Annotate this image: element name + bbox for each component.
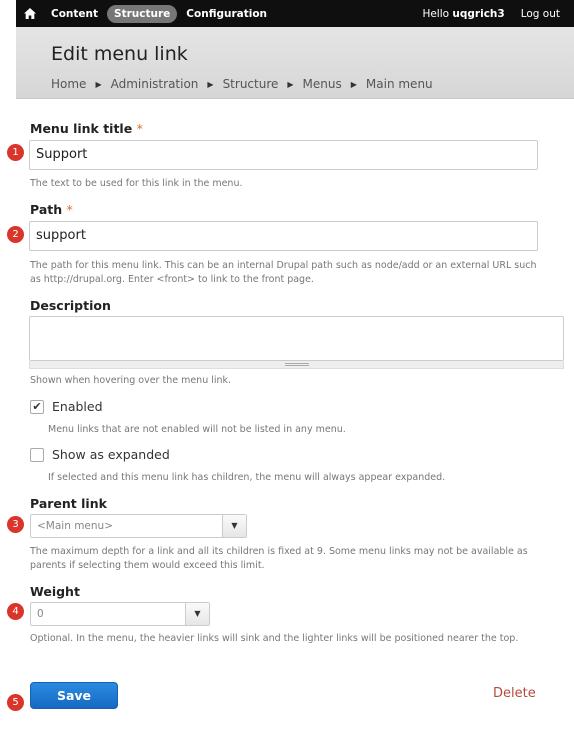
menu-link-title-help: The text to be used for this link in the… (30, 178, 243, 189)
page-header: Edit menu link Home ▶ Administration ▶ S… (16, 27, 574, 99)
path-input[interactable]: support (29, 221, 538, 251)
chevron-down-icon[interactable]: ▼ (185, 603, 209, 625)
show-as-expanded-label[interactable]: Show as expanded (52, 447, 170, 462)
parent-link-select[interactable]: <Main menu> ▼ (30, 514, 247, 538)
toolbar-structure-link[interactable]: Structure (107, 4, 178, 23)
path-help-line-2: as http://drupal.org. Enter <front> to l… (30, 274, 314, 285)
toolbar-configuration-link[interactable]: Configuration (179, 5, 274, 23)
username-link[interactable]: uqgrich3 (452, 8, 504, 20)
textarea-grippie[interactable] (29, 361, 564, 369)
breadcrumb-separator-icon: ▶ (350, 79, 357, 89)
parent-link-help-line-1: The maximum depth for a link and all its… (30, 546, 528, 557)
required-marker: * (136, 121, 143, 136)
breadcrumb-separator-icon: ▶ (207, 79, 214, 89)
breadcrumb-separator-icon: ▶ (95, 79, 102, 89)
description-label: Description (30, 298, 111, 313)
menu-link-title-label: Menu link title * (30, 121, 143, 136)
page-title: Edit menu link (51, 43, 188, 65)
breadcrumb: Home ▶ Administration ▶ Structure ▶ Menu… (51, 77, 433, 91)
breadcrumb-menus[interactable]: Menus (303, 77, 342, 91)
save-button[interactable]: Save (30, 682, 118, 709)
chevron-down-icon[interactable]: ▼ (222, 515, 246, 537)
breadcrumb-home[interactable]: Home (51, 77, 86, 91)
enabled-checkbox[interactable]: ✔ (30, 400, 44, 414)
path-label-text: Path (30, 202, 63, 217)
parent-link-help-line-2: parents if selecting them would exceed t… (30, 560, 265, 571)
home-icon[interactable] (16, 0, 44, 27)
breadcrumb-separator-icon: ▶ (287, 79, 294, 89)
parent-link-label: Parent link (30, 496, 107, 511)
user-greeting: Hello uqgrich3 (422, 8, 504, 20)
step-marker-5: 5 (7, 694, 24, 711)
path-label: Path * (30, 202, 73, 217)
menu-link-title-label-text: Menu link title (30, 121, 133, 136)
weight-selected-value: 0 (37, 608, 44, 620)
delete-link[interactable]: Delete (493, 686, 536, 701)
description-help: Shown when hovering over the menu link. (30, 375, 232, 386)
step-marker-4: 4 (7, 603, 24, 620)
description-textarea[interactable] (29, 316, 564, 361)
required-marker: * (66, 202, 73, 217)
step-marker-3: 3 (7, 516, 24, 533)
logout-link[interactable]: Log out (521, 8, 560, 20)
enabled-label[interactable]: Enabled (52, 399, 103, 414)
weight-select[interactable]: 0 ▼ (30, 602, 210, 626)
hello-text: Hello (422, 7, 450, 20)
breadcrumb-main-menu[interactable]: Main menu (366, 77, 433, 91)
breadcrumb-administration[interactable]: Administration (111, 77, 199, 91)
step-marker-2: 2 (7, 226, 24, 243)
check-icon: ✔ (32, 400, 42, 413)
path-help-line-1: The path for this menu link. This can be… (30, 260, 537, 271)
parent-link-selected-value: <Main menu> (37, 520, 113, 532)
toolbar-content-link[interactable]: Content (44, 5, 105, 23)
enabled-help: Menu links that are not enabled will not… (48, 424, 346, 435)
grippie-lines-icon (285, 363, 309, 366)
show-as-expanded-help: If selected and this menu link has child… (48, 472, 446, 483)
admin-toolbar: Content Structure Configuration Hello uq… (16, 0, 574, 27)
menu-link-title-input[interactable]: Support (29, 140, 538, 170)
breadcrumb-structure[interactable]: Structure (223, 77, 279, 91)
weight-help: Optional. In the menu, the heavier links… (30, 633, 519, 644)
show-as-expanded-checkbox[interactable] (30, 448, 44, 462)
step-marker-1: 1 (7, 144, 24, 161)
weight-label: Weight (30, 584, 80, 599)
